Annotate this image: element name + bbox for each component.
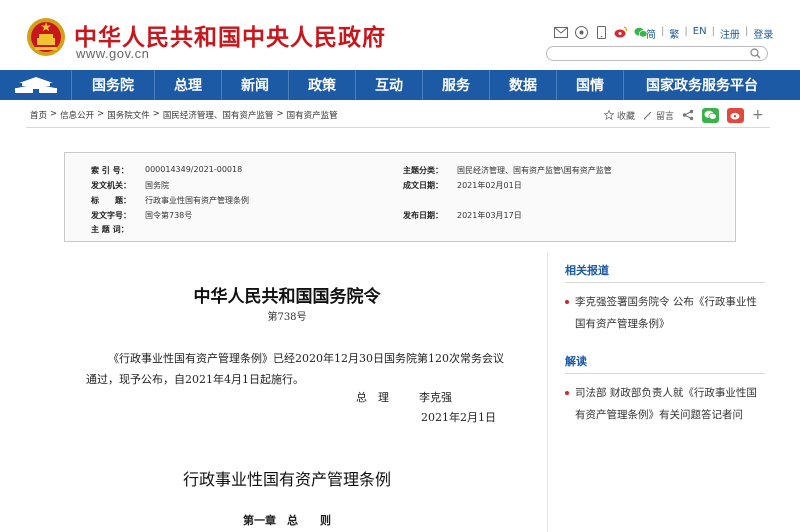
topic-value: 国民经济管理、国有资产监管\国有资产监管: [457, 166, 612, 175]
doc-title-label: 标 题：: [91, 196, 131, 205]
signer-role: 总 理: [356, 391, 389, 404]
mobile-icon[interactable]: [594, 25, 608, 39]
breadcrumb-bar: 首页 > 信息公开 > 国务院文件 > 国民经济管理、国有资产监管 > 国有资产监管 收…: [0, 100, 800, 128]
index-value: 000014349/2021-00018: [145, 165, 243, 174]
main-nav: 国务院 总理 新闻 政策 互动 服务 数据 国情 国家政务服务平台: [0, 70, 800, 100]
breadcrumb-divider: [26, 127, 770, 128]
nav-item-data[interactable]: 数据: [490, 70, 557, 100]
favorite-label: 收藏: [617, 111, 636, 122]
article-body: 中华人民共和国国务院令 第738号 《行政事业性国有资产管理条例》已经2020年…: [26, 252, 548, 532]
related-reports-heading: 相关报道: [565, 264, 609, 277]
top-icon-bar: [554, 25, 648, 39]
interpretation-link[interactable]: 司法部 财政部负责人就《行政事业性国有资产管理条例》有关问题答记者问: [565, 382, 765, 426]
issuer-label: 发文机关：: [91, 181, 131, 190]
breadcrumb-home[interactable]: 首页: [30, 109, 47, 121]
search-input[interactable]: [555, 52, 745, 66]
document-info-table: 索 引 号： 000014349/2021-00018 主题分类： 国民经济管理…: [64, 152, 736, 242]
index-label: 索 引 号：: [91, 166, 129, 175]
nav-item-news[interactable]: 新闻: [222, 70, 289, 100]
regulation-title: 行政事业性国有资产管理条例: [182, 470, 391, 489]
sidebar-divider: [565, 373, 765, 374]
nav-item-policy[interactable]: 政策: [289, 70, 356, 100]
related-reports-section: 相关报道 李克强签署国务院令 公布《行政事业性国有资产管理条例》: [565, 262, 765, 335]
sidebar-divider: [565, 282, 765, 283]
nav-item-national-info[interactable]: 国情: [557, 70, 624, 100]
nav-item-services[interactable]: 服务: [423, 70, 490, 100]
login-link[interactable]: 登录: [753, 26, 773, 41]
more-share-icon[interactable]: +: [752, 107, 764, 123]
breadcrumb-state-council-docs[interactable]: 国务院文件: [107, 109, 150, 121]
signature-date: 2021年2月1日: [421, 411, 496, 424]
search-box: [546, 46, 768, 66]
nav-item-interaction[interactable]: 互动: [356, 70, 423, 100]
comment-button[interactable]: 留言: [643, 109, 674, 122]
order-number: 第738号: [267, 312, 307, 323]
star-icon: [604, 110, 614, 120]
nav-item-state-council[interactable]: 国务院: [72, 70, 155, 100]
order-paragraph: 《行政事业性国有资产管理条例》已经2020年12月30日国务院第120次常务会议…: [86, 352, 504, 386]
lang-simplified-link[interactable]: 简: [646, 26, 656, 41]
order-title: 中华人民共和国国务院令: [193, 287, 381, 307]
breadcrumb: 首页 > 信息公开 > 国务院文件 > 国民经济管理、国有资产监管 > 国有资产监管: [30, 109, 338, 121]
site-url[interactable]: www.gov.cn: [76, 46, 149, 61]
interpretation-heading: 解读: [565, 355, 587, 368]
sidebar: 相关报道 李克强签署国务院令 公布《行政事业性国有资产管理条例》 解读 司法部 …: [565, 262, 765, 444]
mail-icon[interactable]: [554, 25, 568, 39]
keywords-label: 主 题 词：: [91, 225, 129, 234]
breadcrumb-asset-supervision[interactable]: 国有资产监管: [287, 109, 338, 121]
register-link[interactable]: 注册: [720, 26, 740, 41]
site-header: 中华人民共和国中央人民政府 www.gov.cn 简 | 繁 | EN | 注册…: [0, 0, 800, 70]
pencil-icon: [644, 111, 652, 120]
article-tools: 收藏 留言 +: [604, 107, 764, 123]
search-icon[interactable]: [750, 48, 761, 59]
weibo-share-button[interactable]: [727, 107, 745, 123]
weibo-icon[interactable]: [614, 25, 628, 39]
lang-traditional-link[interactable]: 繁: [669, 26, 679, 41]
weibo-share-icon: [730, 112, 740, 120]
doc-number-value: 国令第738号: [145, 211, 193, 220]
publish-date-value: 2021年03月17日: [457, 211, 522, 220]
publish-date-label: 发布日期：: [403, 211, 443, 220]
doc-number-label: 发文字号：: [91, 211, 131, 220]
comment-label: 留言: [656, 111, 675, 122]
lang-english-link[interactable]: EN: [693, 26, 707, 41]
share-icon[interactable]: [682, 109, 694, 121]
breadcrumb-info-disclosure[interactable]: 信息公开: [60, 109, 94, 121]
wechat-share-icon: [704, 110, 717, 120]
tiananmen-icon: [14, 77, 57, 93]
signer-name: 李克强: [419, 391, 452, 404]
related-report-link[interactable]: 李克强签署国务院令 公布《行政事业性国有资产管理条例》: [565, 291, 765, 335]
nav-item-premier[interactable]: 总理: [155, 70, 222, 100]
nav-item-gov-service-platform[interactable]: 国家政务服务平台: [624, 70, 780, 100]
signature-line: 总 理 李克强: [356, 389, 452, 405]
breadcrumb-economic-management[interactable]: 国民经济管理、国有资产监管: [163, 109, 274, 121]
interpretation-section: 解读 司法部 财政部负责人就《行政事业性国有资产管理条例》有关问题答记者问: [565, 353, 765, 426]
created-date-label: 成文日期：: [403, 181, 443, 190]
topic-label: 主题分类：: [403, 166, 443, 175]
created-date-value: 2021年02月01日: [457, 181, 522, 190]
doc-title-value: 行政事业性国有资产管理条例: [145, 196, 249, 205]
chapter-heading: 第一章 总 则: [243, 514, 331, 527]
language-links: 简 | 繁 | EN | 注册 | 登录: [646, 26, 774, 41]
national-emblem-icon[interactable]: [26, 16, 66, 58]
favorite-button[interactable]: 收藏: [604, 109, 635, 122]
wechat-share-button[interactable]: [702, 107, 720, 123]
issuer-value: 国务院: [145, 181, 169, 190]
wechat-circle-icon[interactable]: [574, 25, 588, 39]
nav-home-button[interactable]: [0, 70, 72, 100]
